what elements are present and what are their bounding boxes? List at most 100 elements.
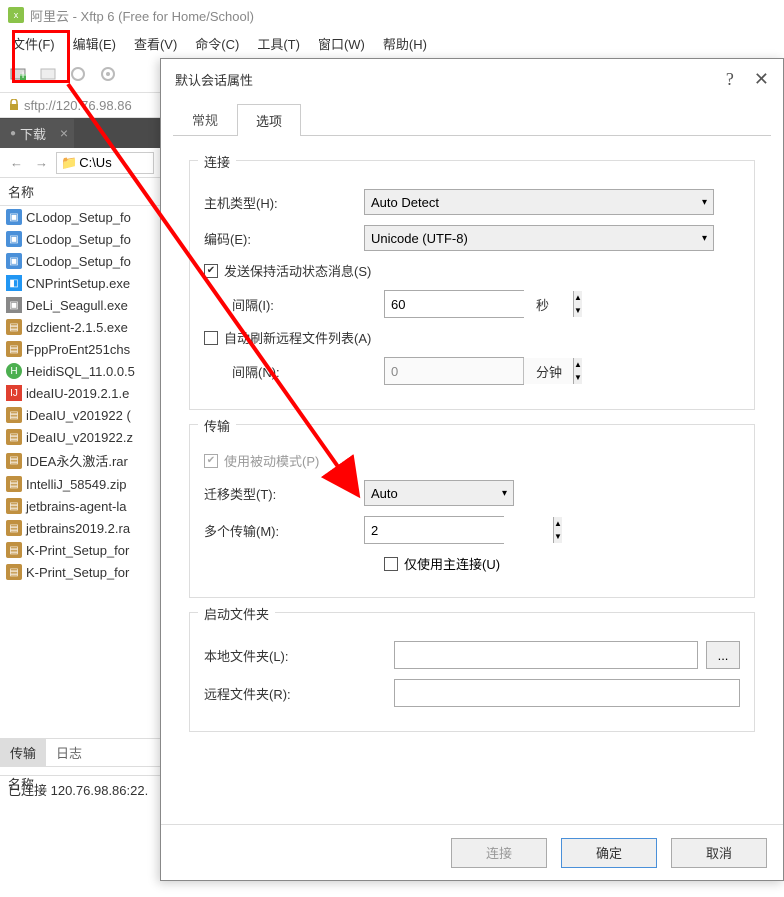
file-icon: ▣ [6,253,22,269]
spin-up-icon[interactable]: ▲ [574,291,582,304]
tab-downloads[interactable]: ● 下载 × [0,119,74,148]
menu-window[interactable]: 窗口(W) [310,31,373,56]
close-icon[interactable]: × [60,125,68,141]
transfer-type-select[interactable]: Auto▾ [364,480,514,506]
file-name: K-Print_Setup_for [26,543,129,558]
tab-options[interactable]: 选项 [237,104,301,136]
path-text: C:\Us [79,155,112,170]
spin-down-icon[interactable]: ▼ [574,304,582,317]
file-row[interactable]: ◧CNPrintSetup.exe [0,272,160,294]
file-row[interactable]: ▣ CLodop_Setup_fo [0,206,160,228]
file-row[interactable]: ▣ CLodop_Setup_fo [0,250,160,272]
remote-folder-input[interactable] [394,679,740,707]
tab-transfer[interactable]: 传输 [0,739,46,766]
menu-view[interactable]: 查看(V) [126,31,185,56]
label-transfer-type: 迁移类型(T): [204,484,364,503]
label-autorefresh: 自动刷新远程文件列表(A) [224,328,371,347]
label-interval1: 间隔(I): [204,295,364,314]
file-list[interactable]: ▣ CLodop_Setup_fo ▣ CLodop_Setup_fo ▣ CLodop_… [0,206,160,583]
browse-button[interactable]: ... [706,641,740,669]
connect-button: 连接 [451,838,547,868]
file-icon: IJ [6,385,22,401]
chevron-down-icon: ▾ [702,197,707,208]
file-row[interactable]: ▤dzclient-2.1.5.exe [0,316,160,338]
nav-back-icon[interactable]: ← [6,155,27,170]
spin-down-icon[interactable]: ▼ [554,530,562,543]
file-row[interactable]: ▣ CLodop_Setup_fo [0,228,160,250]
menu-command[interactable]: 命令(C) [187,31,247,56]
file-name: iDeaIU_v201922.z [26,430,133,445]
file-row[interactable]: ▤ K-Print_Setup_for [0,539,160,561]
group-connect: 连接 主机类型(H): Auto Detect▾ 编码(E): Unicode … [189,160,755,410]
file-row[interactable]: IJideaIU-2019.2.1.e [0,382,160,404]
file-row[interactable]: ▤iDeaIU_v201922 ( [0,404,160,426]
menubar: 文件(F) 编辑(E) 查看(V) 命令(C) 工具(T) 窗口(W) 帮助(H… [0,30,784,56]
file-icon: ▤ [6,453,22,469]
group-label: 传输 [198,416,236,435]
select-value: Unicode (UTF-8) [371,231,468,246]
encoding-select[interactable]: Unicode (UTF-8) ▾ [364,225,714,251]
file-name: CLodop_Setup_fo [26,254,131,269]
file-name: iDeaIU_v201922 ( [26,408,131,423]
file-name: jetbrains-agent-la [26,499,126,514]
new-session-icon[interactable]: + [8,64,28,84]
nav-row: ← → 📁 C:\Us [0,148,160,178]
properties-icon[interactable] [98,64,118,84]
left-panel: ● 下载 × ← → 📁 C:\Us 名称 ▣ CLodop_Setup_fo ▣ C… [0,118,160,583]
file-name: FppProEnt251chs [26,342,130,357]
local-tab-strip: ● 下载 × [0,118,160,148]
menu-help[interactable]: 帮助(H) [375,31,435,56]
close-icon[interactable]: ✕ [754,69,769,90]
multi-input[interactable] [365,517,553,543]
file-icon: ◧ [6,275,22,291]
dialog-tabs: 常规 选项 [173,103,771,136]
lock-icon [8,99,20,111]
menu-file[interactable]: 文件(F) [4,31,63,56]
checkbox-passive: ✔ [204,454,218,468]
chevron-down-icon: ▾ [702,233,707,244]
reconnect-icon[interactable] [68,64,88,84]
interval1-spinner[interactable]: ▲▼ [384,290,524,318]
ok-button[interactable]: 确定 [561,838,657,868]
col-name[interactable]: 名称 [0,178,160,206]
file-row[interactable]: ▤K-Print_Setup_for [0,561,160,583]
file-icon: ▣ [6,209,22,225]
file-row[interactable]: ▤FppProEnt251chs [0,338,160,360]
local-folder-input[interactable] [394,641,698,669]
tab-log[interactable]: 日志 [46,739,92,766]
menu-tools[interactable]: 工具(T) [249,31,308,56]
menu-edit[interactable]: 编辑(E) [65,31,124,56]
multi-spinner[interactable]: ▲▼ [364,516,504,544]
file-name: CLodop_Setup_fo [26,232,131,247]
file-row[interactable]: ▤jetbrains-agent-la [0,495,160,517]
help-icon[interactable]: ? [726,69,734,90]
file-row[interactable]: HHeidiSQL_11.0.0.5 [0,360,160,382]
nav-forward-icon[interactable]: → [31,155,52,170]
titlebar: x 阿里云 - Xftp 6 (Free for Home/School) [0,0,784,30]
file-row[interactable]: ▣DeLi_Seagull.exe [0,294,160,316]
host-type-select[interactable]: Auto Detect ▾ [364,189,714,215]
window-title: 阿里云 - Xftp 6 (Free for Home/School) [30,6,254,25]
session-properties-dialog: 默认会话属性 ? ✕ 常规 选项 连接 主机类型(H): Auto Detect… [160,58,784,881]
file-row[interactable]: ▤IntelliJ_58549.zip [0,473,160,495]
file-row[interactable]: ▤iDeaIU_v201922.z [0,426,160,448]
group-transfer: 传输 ✔ 使用被动模式(P) 迁移类型(T): Auto▾ 多个传输(M): ▲… [189,424,755,598]
label-local-folder: 本地文件夹(L): [204,646,394,665]
status-bar: 已连接 120.76.98.86:22. [0,775,160,803]
tab-general[interactable]: 常规 [173,103,237,135]
checkbox-keepalive[interactable]: ✔ [204,264,218,278]
checkbox-autorefresh[interactable] [204,331,218,345]
dialog-body: 常规 选项 连接 主机类型(H): Auto Detect▾ 编码(E): Un… [161,103,783,756]
cancel-button[interactable]: 取消 [671,838,767,868]
checkbox-main-only[interactable] [384,557,398,571]
path-field[interactable]: 📁 C:\Us [56,152,154,174]
file-icon: ▤ [6,542,22,558]
file-row[interactable]: ▤jetbrains2019.2.ra [0,517,160,539]
spin-up-icon[interactable]: ▲ [554,517,562,530]
open-session-icon[interactable] [38,64,58,84]
file-row[interactable]: ▤IDEA永久激活.rar [0,448,160,473]
tab-label: 下载 [20,124,46,143]
select-value: Auto Detect [371,195,439,210]
file-name: CLodop_Setup_fo [26,210,131,225]
file-icon: ▣ [6,231,22,247]
